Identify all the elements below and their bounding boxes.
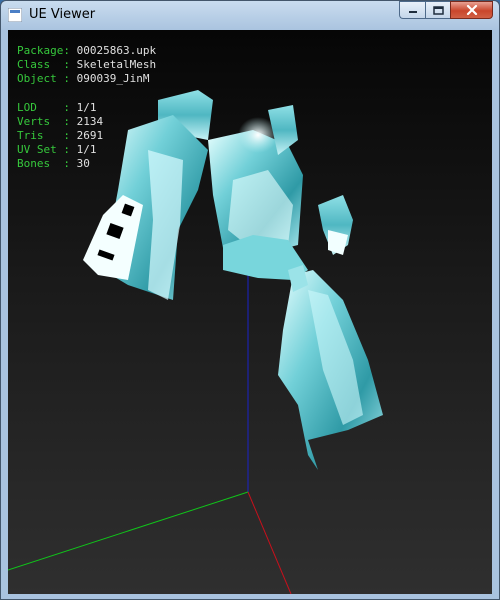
info-uvset: UV Set : 1/1 xyxy=(17,143,156,157)
window-title: UE Viewer xyxy=(29,7,96,22)
info-verts-label: Verts : xyxy=(17,115,77,128)
info-uvset-label: UV Set : xyxy=(17,143,77,156)
info-package-value: 00025863.upk xyxy=(76,44,157,57)
info-object: Object : 090039_JinM xyxy=(17,72,156,86)
info-bones-value: 30 xyxy=(76,157,90,170)
info-verts-value: 2134 xyxy=(76,115,104,128)
info-tris-label: Tris : xyxy=(17,129,77,142)
info-tris: Tris : 2691 xyxy=(17,129,156,143)
minimize-button[interactable] xyxy=(399,1,425,19)
info-class-label: Class : xyxy=(17,58,77,71)
info-package-label: Package: xyxy=(17,44,77,57)
info-class: Class : SkeletalMesh xyxy=(17,58,156,72)
info-verts: Verts : 2134 xyxy=(17,115,156,129)
info-package: Package: 00025863.upk xyxy=(17,44,156,58)
info-bones: Bones : 30 xyxy=(17,157,156,171)
title-bar[interactable]: UE Viewer xyxy=(1,1,499,30)
info-tris-value: 2691 xyxy=(76,129,104,142)
maximize-icon xyxy=(432,5,444,15)
axis-y-line xyxy=(8,491,249,571)
axis-x-line xyxy=(247,491,292,594)
info-class-value: SkeletalMesh xyxy=(76,58,157,71)
info-bones-label: Bones : xyxy=(17,157,77,170)
app-icon xyxy=(8,8,22,22)
3d-viewport[interactable]: Package: 00025863.upk Class : SkeletalMe… xyxy=(8,30,492,594)
ue-viewer-window: UE Viewer Package: 00025863.upk Class: … xyxy=(0,0,500,600)
info-lod-value: 1/1 xyxy=(76,101,97,114)
close-icon xyxy=(466,5,477,15)
info-uvset-value: 1/1 xyxy=(76,143,97,156)
info-lod: LOD : 1/1 xyxy=(17,101,156,115)
minimize-icon xyxy=(408,11,417,13)
info-object-label: Object : xyxy=(17,72,77,85)
info-object-value: 090039_JinM xyxy=(76,72,150,85)
close-button[interactable] xyxy=(450,1,493,19)
info-lod-label: LOD : xyxy=(17,101,77,114)
mesh-info-panel: Package: 00025863.upk Class : SkeletalMe… xyxy=(17,44,156,171)
maximize-button[interactable] xyxy=(425,1,450,19)
